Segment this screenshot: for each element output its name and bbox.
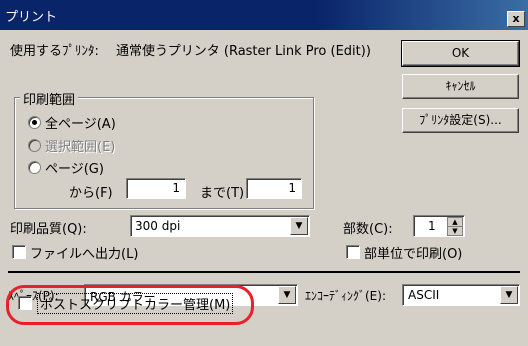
print-range-title: 印刷範囲: [20, 89, 79, 108]
encoding-label: ｴﾝｺｰﾃﾞｨﾝｸﾞ(E):: [305, 289, 386, 303]
selection-label: 選択範囲(E): [45, 140, 116, 155]
cancel-button[interactable]: ｷｬﾝｾﾙ: [402, 74, 519, 99]
quality-value: 300 dpi: [135, 219, 181, 233]
ok-button[interactable]: OK: [401, 40, 520, 67]
separator: [8, 271, 520, 273]
chevron-down-icon[interactable]: ▼: [278, 286, 296, 304]
close-button[interactable]: x: [507, 11, 525, 27]
title-bar: プリント x: [0, 0, 528, 30]
print-dialog: プリント x 使用するﾌﾟﾘﾝﾀ: 通常使うプリンタ (Raster Link …: [0, 0, 528, 346]
postscript-color-label[interactable]: ポストスクリプトカラー管理(M): [36, 293, 234, 314]
printer-setup-button[interactable]: ﾌﾟﾘﾝﾀ設定(S)...: [402, 108, 519, 133]
printer-label: 使用するﾌﾟﾘﾝﾀ:: [10, 44, 99, 59]
all-pages-label[interactable]: 全ページ(A): [45, 113, 116, 132]
encoding-value: ASCII: [408, 288, 440, 302]
spin-down-icon[interactable]: ▼: [447, 226, 463, 236]
print-to-file-checkbox[interactable]: [12, 245, 26, 259]
pages-label[interactable]: ページ(G): [45, 158, 104, 177]
copies-label: 部数(C):: [343, 222, 393, 237]
postscript-color-checkbox[interactable]: [18, 296, 32, 310]
radio-pages[interactable]: [28, 161, 41, 174]
to-page-input[interactable]: 1: [246, 178, 302, 199]
printer-name: 通常使うプリンタ (Raster Link Pro (Edit)): [116, 44, 371, 59]
window-title: プリント: [5, 10, 58, 25]
to-label: まで(T): [200, 186, 245, 201]
print-to-file-label[interactable]: ファイルへ出力(L): [30, 243, 138, 262]
from-page-input[interactable]: 1: [126, 178, 186, 199]
chevron-down-icon[interactable]: ▼: [500, 286, 518, 304]
copies-value: 1: [428, 219, 436, 233]
radio-all-pages[interactable]: [28, 116, 41, 129]
encoding-select[interactable]: ASCII ▼: [402, 284, 520, 306]
copies-spinner[interactable]: 1 ▲ ▼: [413, 215, 465, 237]
to-page-value: 1: [288, 181, 296, 195]
from-page-value: 1: [172, 181, 180, 195]
quality-select[interactable]: 300 dpi ▼: [130, 215, 310, 237]
collate-checkbox[interactable]: [346, 245, 360, 259]
quality-label: 印刷品質(Q):: [10, 222, 87, 237]
collate-label[interactable]: 部単位で印刷(O): [364, 243, 462, 262]
chevron-down-icon[interactable]: ▼: [290, 217, 308, 235]
from-label: から(F): [69, 186, 113, 201]
radio-selection: [28, 139, 41, 152]
